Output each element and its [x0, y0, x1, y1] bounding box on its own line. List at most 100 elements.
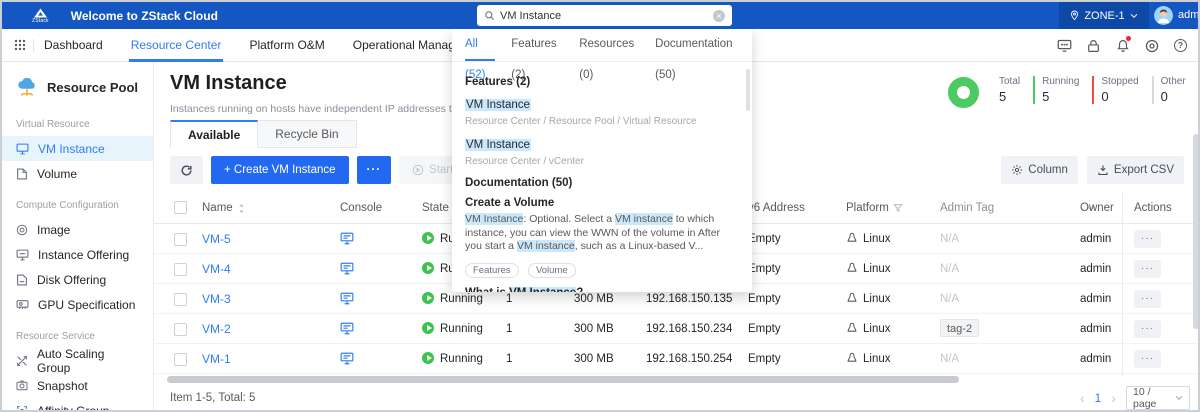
row-checkbox[interactable] [174, 353, 187, 366]
row-actions-button[interactable]: ··· [1134, 260, 1161, 278]
memory-cell: 300 MB [574, 314, 614, 344]
sidebar-item-auto-scaling-group[interactable]: Auto Scaling Group [2, 348, 153, 373]
apps-grid-icon[interactable] [14, 39, 26, 51]
platform-cell: Linux [846, 314, 891, 344]
platform-cell: Linux [846, 344, 891, 374]
help-icon[interactable]: ? [1173, 38, 1188, 53]
result-path: Resource Center / Resource Pool / Virtua… [465, 116, 739, 127]
zstack-logo-icon [34, 8, 47, 18]
row-actions-button[interactable]: ··· [1134, 350, 1161, 368]
sidebar-item-gpu-specification[interactable]: GPU Specification [2, 292, 153, 317]
column-header-ipv6: v6 Address [748, 192, 805, 224]
search-result-feature[interactable]: VM Instance Resource Center / Resource P… [465, 95, 739, 127]
row-actions-button[interactable]: ··· [1134, 290, 1161, 308]
row-checkbox[interactable] [174, 293, 187, 306]
clear-search-icon[interactable]: × [713, 10, 725, 22]
page-number[interactable]: 1 [1095, 391, 1102, 405]
sidebar-item-disk-offering[interactable]: Disk Offering [2, 267, 153, 292]
table-row-vm-1[interactable]: VM-1 Running 1 300 MB 192.168.150.254 Em… [154, 344, 1200, 374]
sidebar-item-image[interactable]: Image [2, 217, 153, 242]
tab-available[interactable]: Available [170, 120, 258, 148]
cpu-cell: 1 [506, 314, 512, 344]
record-icon[interactable] [1144, 38, 1159, 53]
vm-stats: Total 5 Running 5 Stopped 0 Other 0 Recy… [948, 76, 1200, 108]
column-header-name[interactable]: Name [202, 192, 246, 224]
sidebar-item-affinity-group[interactable]: Affinity Group [2, 398, 153, 412]
avatar[interactable] [1154, 6, 1173, 25]
global-search-input[interactable] [500, 10, 708, 22]
global-search-box[interactable]: × [477, 5, 732, 26]
table-row-vm-2[interactable]: VM-2 Running 1 300 MB 192.168.150.234 Em… [154, 314, 1200, 344]
vm-name-link[interactable]: VM-5 [202, 224, 231, 254]
export-csv-button[interactable]: Export CSV [1087, 156, 1184, 184]
location-pin-icon [1070, 10, 1079, 21]
search-result-doc[interactable]: Create a Volume VM Instance: Optional. S… [465, 197, 739, 278]
create-vm-instance-button[interactable]: + Create VM Instance [211, 156, 349, 184]
row-actions-button[interactable]: ··· [1134, 320, 1161, 338]
column-header-owner: Owner [1080, 192, 1114, 224]
linux-icon [846, 352, 858, 363]
search-result-feature[interactable]: VM Instance Resource Center / vCenter [465, 135, 739, 167]
row-checkbox[interactable] [174, 323, 187, 336]
vertical-scrollbar[interactable] [1193, 134, 1199, 329]
running-state-icon [422, 322, 434, 334]
nav-dashboard[interactable]: Dashboard [44, 29, 103, 62]
column-header-platform[interactable]: Platform [846, 192, 903, 224]
result-title[interactable]: VM Instance [465, 139, 531, 151]
doc-title[interactable]: What is VM Instance? [465, 287, 739, 292]
bell-icon[interactable] [1115, 38, 1130, 53]
vm-name-link[interactable]: VM-4 [202, 254, 231, 284]
pagination: ‹ 1 › 10 / page [1080, 386, 1190, 410]
filter-icon[interactable] [893, 203, 903, 213]
nav-resource-center[interactable]: Resource Center [131, 29, 222, 62]
console-terminal-icon[interactable] [1057, 38, 1072, 53]
row-actions-button[interactable]: ··· [1134, 230, 1161, 248]
app-window: ZStack Welcome to ZStack Cloud × ZONE-1 [0, 0, 1200, 412]
more-actions-button[interactable]: ··· [357, 156, 392, 184]
panel-scrollbar[interactable] [746, 69, 750, 111]
tab-recycle-bin[interactable]: Recycle Bin [258, 120, 356, 148]
search-panel-tabs: All (52) Features (2) Resources (0) Docu… [452, 29, 752, 62]
lock-icon[interactable] [1086, 38, 1101, 53]
sidebar-item-vm-instance[interactable]: VM Instance [2, 136, 153, 161]
result-title[interactable]: VM Instance [465, 99, 531, 111]
vm-name-link[interactable]: VM-1 [202, 344, 231, 374]
owner-cell: admin [1080, 344, 1111, 374]
cpu-cell: 1 [506, 344, 512, 374]
console-icon[interactable] [340, 322, 354, 336]
search-tab-documentation[interactable]: Documentation (50) [655, 29, 739, 61]
horizontal-scrollbar[interactable] [167, 376, 959, 383]
user-name[interactable]: admin [1178, 2, 1200, 29]
sidebar-item-snapshot[interactable]: Snapshot [2, 373, 153, 398]
search-tab-all[interactable]: All (52) [465, 29, 495, 61]
total-donut-chart [948, 77, 979, 108]
next-page-button[interactable]: › [1111, 390, 1116, 406]
select-all-checkbox[interactable] [174, 201, 187, 214]
console-icon[interactable] [340, 352, 354, 366]
page-size-select[interactable]: 10 / page [1126, 386, 1190, 410]
sidebar-title: Resource Pool [2, 62, 153, 105]
console-icon[interactable] [340, 262, 354, 276]
search-tab-resources[interactable]: Resources (0) [579, 29, 639, 61]
page-title: VM Instance [170, 72, 287, 95]
column-button[interactable]: Column [1001, 156, 1078, 184]
vm-name-link[interactable]: VM-2 [202, 314, 231, 344]
prev-page-button[interactable]: ‹ [1080, 390, 1085, 406]
doc-tags: Features Volume [465, 260, 739, 278]
row-checkbox[interactable] [174, 263, 187, 276]
sidebar-item-volume[interactable]: Volume [2, 161, 153, 186]
sort-icon[interactable] [237, 203, 246, 214]
nav-platform-om[interactable]: Platform O&M [249, 29, 324, 62]
doc-title[interactable]: Create a Volume [465, 197, 739, 209]
refresh-button[interactable] [170, 156, 203, 184]
row-checkbox[interactable] [174, 233, 187, 246]
search-result-doc[interactable]: What is VM Instance? What is VM Instance… [465, 287, 739, 292]
sidebar-item-instance-offering[interactable]: Instance Offering [2, 242, 153, 267]
vm-name-link[interactable]: VM-3 [202, 284, 231, 314]
console-icon[interactable] [340, 232, 354, 246]
zone-selector[interactable]: ZONE-1 [1059, 2, 1149, 29]
console-icon[interactable] [340, 292, 354, 306]
search-tab-features[interactable]: Features (2) [511, 29, 563, 61]
column-header-admin-tag[interactable]: Admin Tag [940, 192, 1096, 224]
instance-offering-icon [16, 249, 29, 261]
